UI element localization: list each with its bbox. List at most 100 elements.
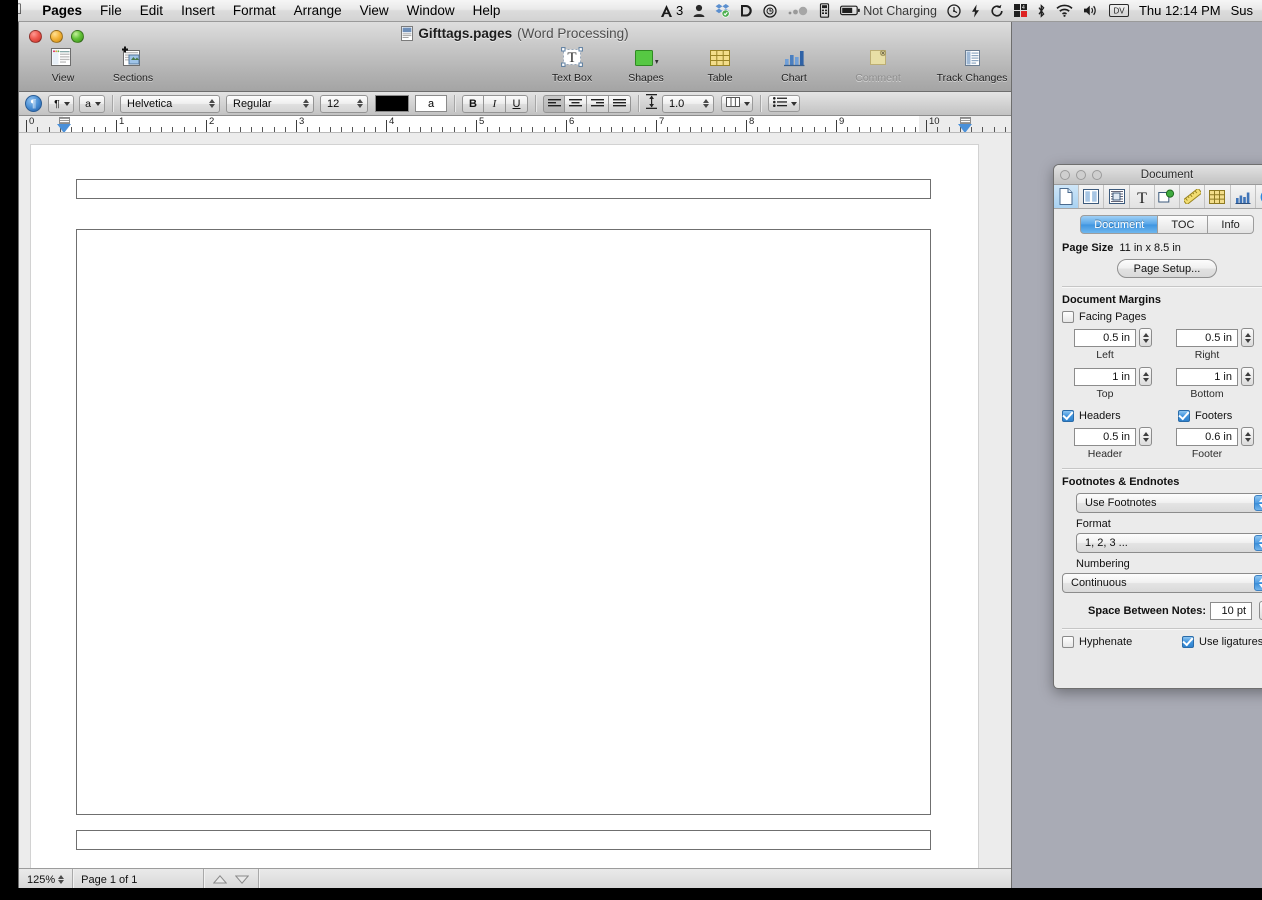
bottom-margin-stepper[interactable] (1241, 367, 1254, 386)
footers-checkbox[interactable] (1178, 410, 1190, 422)
menu-item-arrange[interactable]: Arrange (285, 3, 351, 18)
underline-button[interactable]: U (506, 94, 528, 113)
chart-inspector-icon[interactable] (1231, 185, 1256, 208)
inspector-zoom-button[interactable] (1092, 170, 1102, 180)
ligatures-checkbox[interactable] (1182, 636, 1194, 648)
wrap-inspector-icon[interactable] (1104, 185, 1130, 208)
align-right-icon[interactable] (587, 94, 609, 113)
adobe-acrobat-icon[interactable]: 3 (655, 0, 688, 22)
previous-page-icon[interactable] (212, 874, 228, 886)
first-line-indent-marker[interactable] (59, 117, 70, 124)
inspector-minimize-button[interactable] (1076, 170, 1086, 180)
ruler[interactable]: 0 1 2 3 4 5 6 7 8 9 10 (19, 116, 1011, 133)
footnotes-mode-select[interactable]: Use Footnotes (1076, 493, 1262, 513)
menu-item-pages[interactable]: Pages (33, 3, 91, 18)
menu-item-edit[interactable]: Edit (131, 3, 172, 18)
page-setup-button[interactable]: Page Setup... (1116, 259, 1218, 278)
graphic-inspector-icon[interactable] (1155, 185, 1181, 208)
headers-toggle[interactable]: Headers (1062, 410, 1154, 422)
toolbar-button-track-changes[interactable]: Track Changes (936, 44, 1008, 84)
footnote-numbering-select[interactable]: Continuous (1062, 573, 1262, 593)
battery-icon[interactable]: Not Charging (835, 0, 942, 22)
toolbar-button-comment[interactable]: Comment (842, 44, 914, 84)
stepper-arrows-icon[interactable] (1254, 495, 1262, 511)
italic-button[interactable]: I (484, 94, 506, 113)
menu-item-window[interactable]: Window (398, 3, 464, 18)
flash-icon[interactable] (966, 0, 985, 22)
font-size-select[interactable]: 12 (320, 94, 368, 113)
dropbox-icon[interactable] (710, 0, 735, 22)
toolbar-button-table[interactable]: Table (694, 44, 746, 84)
columns-popup[interactable] (721, 95, 753, 112)
sync-icon[interactable] (985, 0, 1009, 22)
document-proxy-icon[interactable] (401, 26, 414, 41)
footer-distance-stepper[interactable] (1241, 427, 1254, 446)
paragraph-style-drawer-button[interactable]: ¶ (25, 95, 42, 112)
list-popup[interactable] (768, 95, 800, 112)
menu-bar-user[interactable]: Sus (1226, 0, 1258, 22)
right-margin-control[interactable]: 0.5 in (1176, 328, 1254, 347)
menu-item-format[interactable]: Format (224, 3, 285, 18)
right-margin-value[interactable]: 0.5 in (1176, 328, 1238, 347)
header-distance-stepper[interactable] (1139, 427, 1152, 446)
header-distance-control[interactable]: 0.5 in (1074, 427, 1152, 446)
input-source-icon[interactable]: DV (1104, 0, 1134, 22)
footer-layout-box[interactable] (76, 830, 931, 850)
font-family-select[interactable]: Helvetica (120, 94, 220, 113)
right-margin-stepper[interactable] (1241, 328, 1254, 347)
link-inspector-icon[interactable] (1256, 185, 1262, 208)
top-margin-stepper[interactable] (1139, 367, 1152, 386)
divvy-icon[interactable] (735, 0, 758, 22)
stepper-arrows-icon[interactable] (1254, 535, 1262, 551)
header-distance-value[interactable]: 0.5 in (1074, 427, 1136, 446)
text-background-swatch[interactable]: a (415, 95, 447, 112)
hyphenate-checkbox[interactable] (1062, 636, 1074, 648)
space-between-notes-value[interactable]: 10 pt (1210, 601, 1252, 620)
header-layout-box[interactable] (76, 179, 931, 199)
menu-item-help[interactable]: Help (464, 3, 510, 18)
tab-toc[interactable]: TOC (1158, 215, 1209, 234)
facing-pages-checkbox[interactable] (1062, 311, 1074, 323)
facing-pages-row[interactable]: Facing Pages (1062, 311, 1262, 323)
bottom-margin-control[interactable]: 1 in (1176, 367, 1254, 386)
top-margin-control[interactable]: 1 in (1074, 367, 1152, 386)
bottom-margin-value[interactable]: 1 in (1176, 367, 1238, 386)
ligatures-toggle[interactable]: Use ligatures (1182, 636, 1262, 648)
footnote-format-select[interactable]: 1, 2, 3 ... (1076, 533, 1262, 553)
footers-toggle[interactable]: Footers (1178, 410, 1232, 422)
left-margin-stepper[interactable] (1139, 328, 1152, 347)
menu-item-view[interactable]: View (351, 3, 398, 18)
user-account-icon[interactable] (688, 0, 710, 22)
menu-item-file[interactable]: File (91, 3, 131, 18)
inspector-close-button[interactable] (1060, 170, 1070, 180)
text-inspector-icon[interactable]: T (1130, 185, 1155, 208)
right-indent-marker[interactable] (958, 124, 972, 132)
tab-document[interactable]: Document (1080, 215, 1159, 234)
menu-item-insert[interactable]: Insert (172, 3, 224, 18)
timer-icon[interactable] (942, 0, 966, 22)
hyphenate-toggle[interactable]: Hyphenate (1062, 636, 1154, 648)
wifi-icon[interactable] (1051, 0, 1078, 22)
tab-info[interactable]: Info (1208, 215, 1254, 234)
headers-checkbox[interactable] (1062, 410, 1074, 422)
clock-gear-icon[interactable] (758, 0, 782, 22)
left-margin-control[interactable]: 0.5 in (1074, 328, 1152, 347)
menu-bar-clock[interactable]: Thu 12:14 PM (1134, 0, 1226, 22)
align-center-icon[interactable] (565, 94, 587, 113)
toolbar-button-shapes[interactable]: Shapes (620, 44, 672, 84)
next-page-icon[interactable] (234, 874, 250, 886)
paragraph-style-popup[interactable]: ¶ (48, 94, 74, 113)
toolbar-button-text-box[interactable]: T Text Box (546, 44, 598, 84)
toolbar-button-sections[interactable]: Sections (107, 44, 159, 84)
left-indent-marker[interactable] (57, 124, 71, 132)
toolbar-button-chart[interactable]: Chart (768, 44, 820, 84)
text-expander-icon[interactable] (814, 0, 835, 22)
document-inspector-icon[interactable] (1054, 185, 1080, 208)
document-canvas[interactable] (19, 133, 1011, 868)
align-left-icon[interactable] (543, 94, 565, 113)
bluetooth-icon[interactable] (1032, 0, 1051, 22)
right-indent-top-marker[interactable] (960, 117, 971, 124)
volume-icon[interactable] (1078, 0, 1104, 22)
stepper-arrows-icon[interactable] (58, 875, 65, 884)
metrics-inspector-icon[interactable] (1180, 185, 1206, 208)
